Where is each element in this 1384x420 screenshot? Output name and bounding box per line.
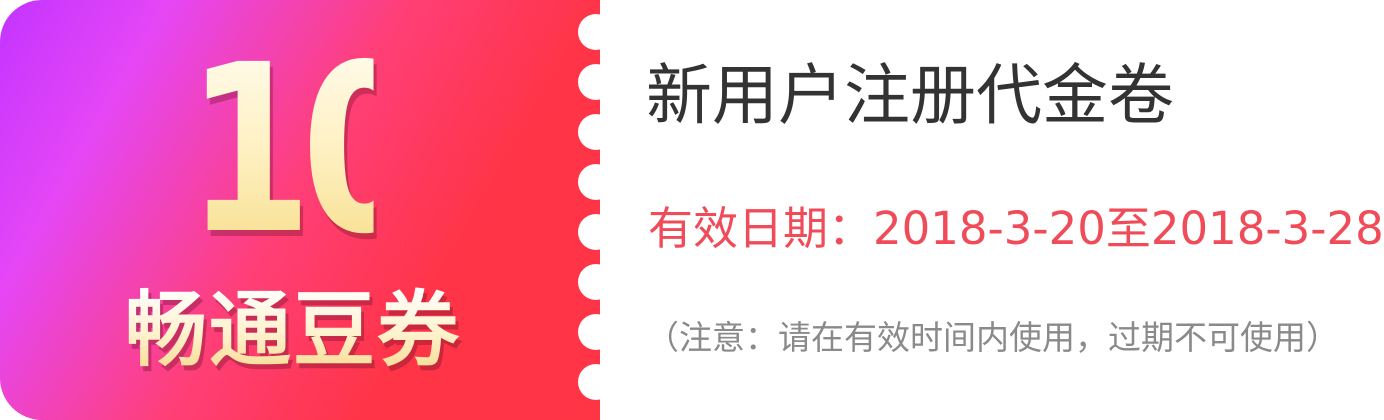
coupon-brand: 畅通豆券	[98, 286, 488, 376]
coupon-title: 新用户注册代金卷	[646, 57, 1174, 134]
coupon-card: 10 畅通豆券 新用户注册代金卷 有效日期：2018-3-20至2018-3-2…	[0, 0, 1384, 420]
coupon-validity: 有效日期：2018-3-20至2018-3-28	[648, 202, 1384, 255]
coupon-note: （注意：请在有效时间内使用，过期不可使用）	[646, 318, 1339, 357]
coupon-left-panel: 10 畅通豆券	[0, 0, 600, 420]
coupon-amount: 10	[186, 15, 427, 285]
coupon-right-panel: 新用户注册代金卷 有效日期：2018-3-20至2018-3-28 （注意：请在…	[600, 0, 1384, 420]
